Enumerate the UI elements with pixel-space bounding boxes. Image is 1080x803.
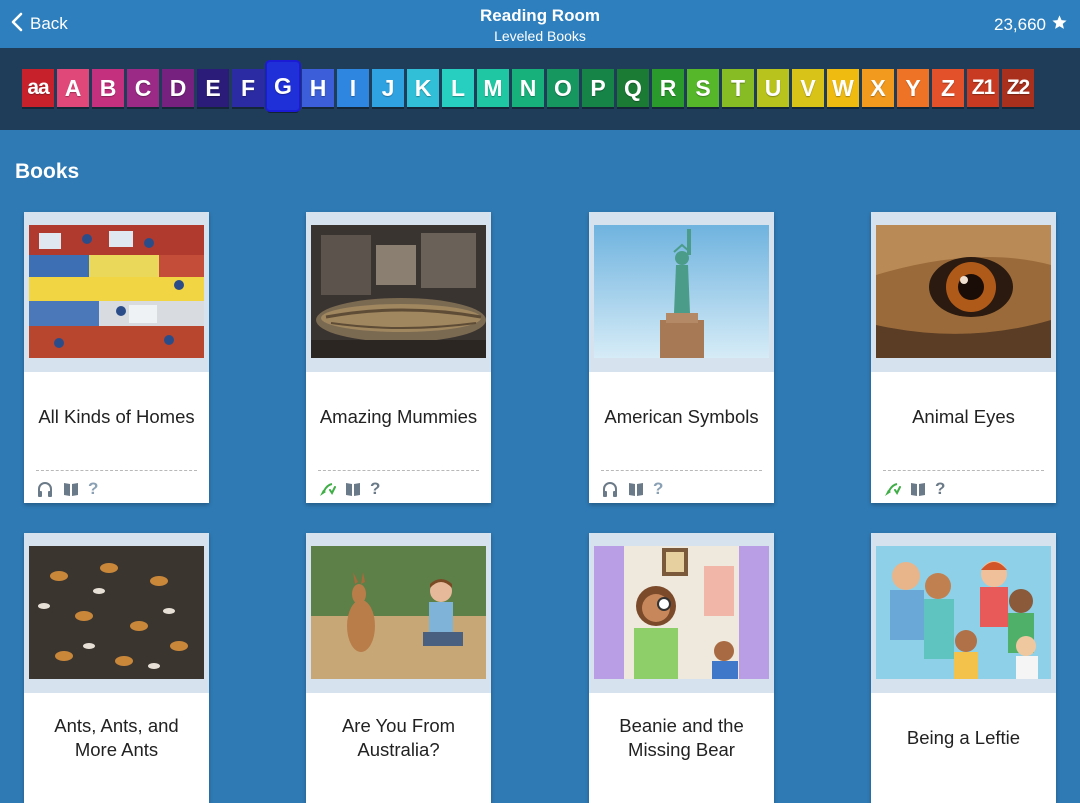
divider — [318, 470, 479, 471]
book-title: All Kinds of Homes — [38, 406, 195, 427]
level-b-button[interactable]: B — [92, 69, 124, 107]
star-count: 23,660 — [994, 14, 1068, 36]
book-icon[interactable] — [627, 480, 645, 498]
level-r-button[interactable]: R — [652, 69, 684, 107]
level-q-button[interactable]: Q — [617, 69, 649, 107]
level-c-button[interactable]: C — [127, 69, 159, 107]
level-i-button[interactable]: I — [337, 69, 369, 107]
level-f-button[interactable]: F — [232, 69, 264, 107]
star-icon — [1051, 14, 1068, 36]
book-cover-image — [594, 546, 769, 679]
quiz-icon[interactable]: ? — [935, 480, 953, 498]
book-icon[interactable] — [62, 480, 80, 498]
section-title: Books — [15, 160, 80, 183]
record-icon[interactable] — [318, 480, 336, 498]
level-h-button[interactable]: H — [302, 69, 334, 107]
headphones-icon[interactable] — [36, 480, 54, 498]
book-feature-icons: ? — [601, 480, 671, 498]
level-l-button[interactable]: L — [442, 69, 474, 107]
book-icon[interactable] — [344, 480, 362, 498]
book-feature-icons: ? — [883, 480, 953, 498]
divider — [883, 470, 1044, 471]
level-m-button[interactable]: M — [477, 69, 509, 107]
level-z-button[interactable]: Z — [932, 69, 964, 107]
book-cover-image — [311, 225, 486, 358]
book-title: Being a Leftie — [906, 727, 1021, 748]
level-z1-button[interactable]: Z1 — [967, 69, 999, 107]
book-feature-icons: ? — [36, 480, 106, 498]
level-aa-button[interactable]: aa — [22, 69, 54, 107]
book-card[interactable]: Amazing Mummies ? — [306, 212, 491, 503]
book-cover-image — [876, 546, 1051, 679]
book-card[interactable]: Being a Leftie — [871, 533, 1056, 803]
level-x-button[interactable]: X — [862, 69, 894, 107]
level-a-button[interactable]: A — [57, 69, 89, 107]
book-card[interactable]: All Kinds of Homes ? — [24, 212, 209, 503]
level-v-button[interactable]: V — [792, 69, 824, 107]
level-e-button[interactable]: E — [197, 69, 229, 107]
book-card[interactable]: American Symbols ? — [589, 212, 774, 503]
book-title: Ants, Ants, and More Ants — [54, 715, 179, 760]
book-cover-image — [311, 546, 486, 679]
page-subtitle: Leveled Books — [494, 28, 586, 44]
level-g-button[interactable]: G — [267, 62, 299, 110]
book-title: Animal Eyes — [912, 406, 1015, 427]
level-y-button[interactable]: Y — [897, 69, 929, 107]
book-title: Beanie and the Missing Bear — [619, 715, 744, 760]
quiz-icon[interactable]: ? — [653, 480, 671, 498]
divider — [36, 470, 197, 471]
level-d-button[interactable]: D — [162, 69, 194, 107]
level-o-button[interactable]: O — [547, 69, 579, 107]
book-title: Are You From Australia? — [341, 715, 456, 760]
book-card[interactable]: Ants, Ants, and More Ants — [24, 533, 209, 803]
book-cover-image — [29, 546, 204, 679]
book-title: Amazing Mummies — [319, 406, 478, 427]
book-card[interactable]: Are You From Australia? — [306, 533, 491, 803]
level-z2-button[interactable]: Z2 — [1002, 69, 1034, 107]
level-p-button[interactable]: P — [582, 69, 614, 107]
top-bar: Back Reading Room Leveled Books 23,660 — [0, 0, 1080, 48]
level-k-button[interactable]: K — [407, 69, 439, 107]
quiz-icon[interactable]: ? — [88, 480, 106, 498]
quiz-icon[interactable]: ? — [370, 480, 388, 498]
level-n-button[interactable]: N — [512, 69, 544, 107]
headphones-icon[interactable] — [601, 480, 619, 498]
page-title: Reading Room — [480, 6, 600, 25]
level-selector-bar: aa A B C D E F G H I J K L M N O P Q R S T U V W X Y Z Z1 Z2 — [0, 48, 1080, 130]
level-list: aa A B C D E F G H I J K L M N O P Q R S T U V W X Y Z Z1 Z2 — [22, 62, 1034, 110]
book-card[interactable]: Beanie and the Missing Bear — [589, 533, 774, 803]
book-card[interactable]: Animal Eyes ? — [871, 212, 1056, 503]
book-cover-image — [594, 225, 769, 358]
book-icon[interactable] — [909, 480, 927, 498]
record-icon[interactable] — [883, 480, 901, 498]
level-t-button[interactable]: T — [722, 69, 754, 107]
level-j-button[interactable]: J — [372, 69, 404, 107]
star-count-value: 23,660 — [994, 15, 1046, 34]
level-s-button[interactable]: S — [687, 69, 719, 107]
book-title: American Symbols — [604, 406, 759, 427]
level-w-button[interactable]: W — [827, 69, 859, 107]
book-cover-image — [29, 225, 204, 358]
level-u-button[interactable]: U — [757, 69, 789, 107]
book-feature-icons: ? — [318, 480, 388, 498]
book-cover-image — [876, 225, 1051, 358]
divider — [601, 470, 762, 471]
